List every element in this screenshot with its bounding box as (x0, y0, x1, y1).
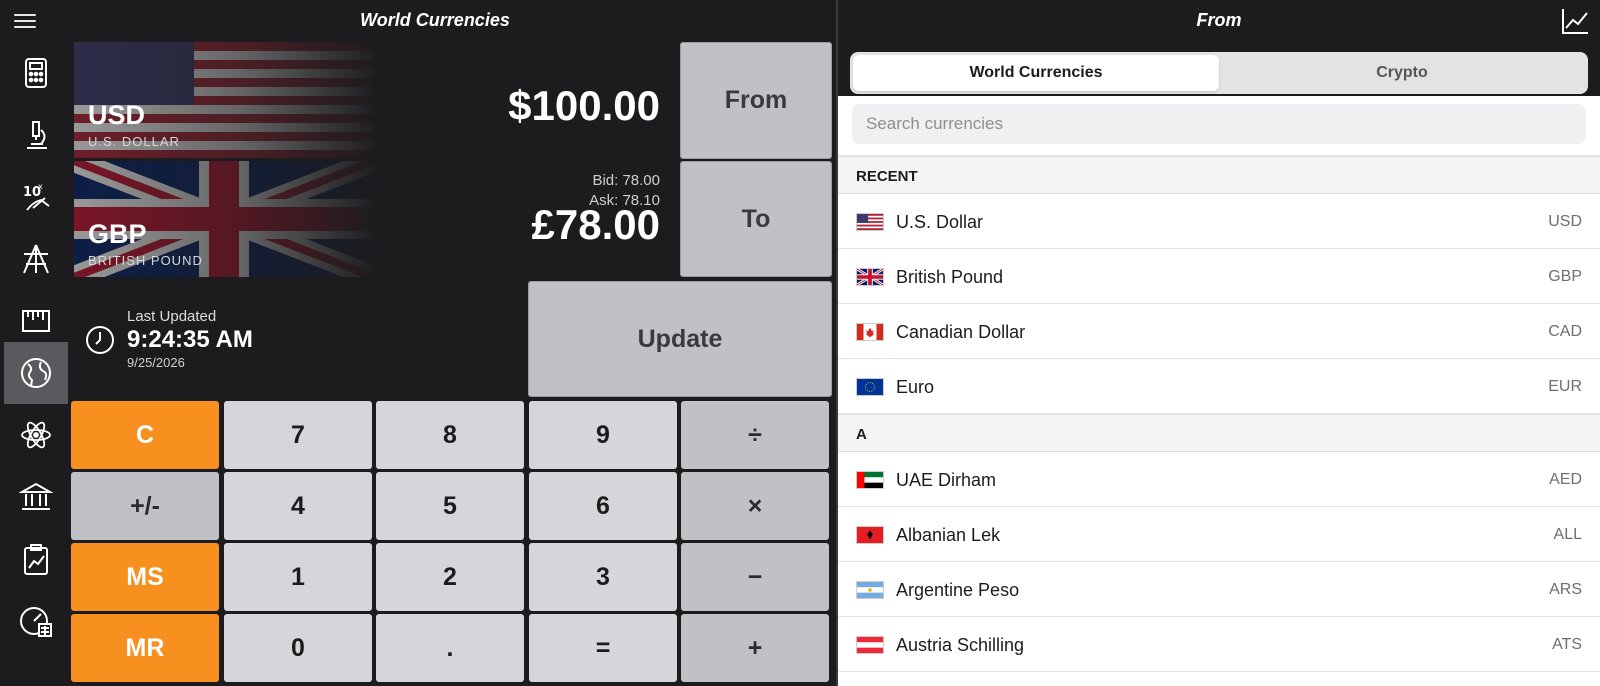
clipboard-chart-icon[interactable] (4, 528, 68, 590)
from-currency-name: U.S. DOLLAR (88, 134, 180, 149)
key-6[interactable]: 6 (529, 472, 677, 540)
albania-flag-icon (856, 526, 884, 544)
equals-key[interactable]: = (529, 614, 677, 682)
last-updated-date: 9/25/2026 (127, 355, 185, 370)
currency-code: EUR (1548, 378, 1582, 395)
svg-text:x: x (38, 182, 43, 191)
add-key[interactable]: + (681, 614, 829, 682)
us-flag-icon (856, 213, 884, 231)
currency-code: USD (1548, 213, 1582, 230)
currency-name: UAE Dirham (896, 470, 997, 490)
currency-code: ALL (1553, 526, 1582, 543)
memory-recall-key[interactable]: MR (71, 614, 219, 682)
to-button[interactable]: To (680, 161, 832, 277)
currency-code: GBP (1548, 268, 1582, 285)
from-amount: $100.00 (508, 82, 660, 129)
segmented-control: World Currencies Crypto (850, 52, 1588, 94)
key-4[interactable]: 4 (224, 472, 372, 540)
calculator-icon[interactable] (4, 42, 68, 104)
divide-key[interactable]: ÷ (681, 401, 829, 469)
update-button[interactable]: Update (528, 281, 832, 397)
picker-title: From (1196, 10, 1242, 30)
list-item-usd[interactable]: U.S. Dollar USD (838, 194, 1600, 249)
last-updated-label: Last Updated (127, 308, 217, 325)
subtract-key[interactable]: − (681, 543, 829, 611)
tab-world-currencies[interactable]: World Currencies (853, 55, 1219, 91)
currency-name: Euro (896, 377, 935, 397)
pane-divider (836, 0, 838, 686)
section-header-recent: RECENT (838, 156, 1600, 194)
to-currency-name: BRITISH POUND (88, 253, 203, 268)
from-button[interactable]: From (680, 42, 832, 159)
segment-control-wrap: World Currencies Crypto (838, 42, 1600, 96)
currency-code: CAD (1548, 323, 1582, 340)
left-header: World Currencies (0, 0, 836, 42)
last-updated-panel: Last Updated 9:24:35 AM 9/25/2026 (80, 300, 510, 380)
from-currency-row[interactable]: USD U.S. DOLLAR $100.00 (74, 42, 680, 158)
austria-flag-icon (856, 636, 884, 654)
multiply-key[interactable]: × (681, 472, 829, 540)
bank-icon[interactable] (4, 466, 68, 528)
plus-minus-key[interactable]: +/- (71, 472, 219, 540)
globe-icon[interactable] (4, 342, 68, 404)
search-bar (838, 96, 1600, 156)
key-0[interactable]: 0 (224, 614, 372, 682)
argentina-flag-icon (856, 581, 884, 599)
key-8[interactable]: 8 (376, 401, 524, 469)
to-currency-code: GBP (88, 219, 147, 249)
list-item-eur[interactable]: Euro EUR (838, 359, 1600, 414)
list-item-cad[interactable]: Canadian Dollar CAD (838, 304, 1600, 359)
memory-store-key[interactable]: MS (71, 543, 219, 611)
structure-icon[interactable] (4, 228, 68, 290)
currency-name: Argentine Peso (896, 580, 1020, 600)
atom-icon[interactable] (4, 404, 68, 466)
currency-picker-pane: From World Currencies Crypto RECENT U.S.… (838, 0, 1600, 686)
exponent-hand-icon[interactable]: 10 x (4, 166, 68, 228)
list-item-aed[interactable]: UAE Dirham AED (838, 452, 1600, 507)
currency-code: ARS (1549, 581, 1582, 598)
tab-crypto[interactable]: Crypto (1219, 55, 1585, 91)
right-header: From (838, 0, 1600, 42)
currency-name: Canadian Dollar (896, 322, 1026, 342)
list-item-ats[interactable]: Austria Schilling ATS (838, 617, 1600, 672)
uae-flag-icon (856, 471, 884, 489)
decimal-key[interactable]: . (376, 614, 524, 682)
from-currency-code: USD (88, 100, 146, 130)
key-5[interactable]: 5 (376, 472, 524, 540)
key-7[interactable]: 7 (224, 401, 372, 469)
bid-text: Bid: 78.00 (592, 172, 660, 189)
currency-code: ATS (1552, 636, 1582, 653)
canada-flag-icon (856, 323, 884, 341)
key-3[interactable]: 3 (529, 543, 677, 611)
clear-key[interactable]: C (71, 401, 219, 469)
search-input[interactable] (852, 104, 1586, 144)
eu-flag-icon (856, 378, 884, 396)
line-chart-icon[interactable] (1560, 6, 1590, 36)
currency-code: AED (1549, 471, 1582, 488)
currency-name: Austria Schilling (896, 635, 1025, 655)
to-currency-row[interactable]: GBP BRITISH POUND Bid: 78.00 Ask: 78.10 … (74, 161, 680, 277)
uk-flag-icon (856, 268, 884, 286)
section-header-a: A (838, 414, 1600, 452)
key-9[interactable]: 9 (529, 401, 677, 469)
sidebar: 10 x (0, 42, 70, 686)
to-amount: £78.00 (531, 201, 660, 248)
gauge-calculator-icon[interactable] (4, 590, 68, 652)
key-1[interactable]: 1 (224, 543, 372, 611)
list-item-all[interactable]: Albanian Lek ALL (838, 507, 1600, 562)
currency-name: U.S. Dollar (896, 212, 984, 232)
list-item-ars[interactable]: Argentine Peso ARS (838, 562, 1600, 617)
last-updated-time: 9:24:35 AM (127, 326, 253, 353)
microscope-icon[interactable] (4, 104, 68, 166)
page-title: World Currencies (360, 10, 510, 30)
calculator-pane: World Currencies 10 x USD U.S. DOLLAR $1… (0, 0, 836, 686)
clock-icon (86, 326, 114, 354)
currency-name: British Pound (896, 267, 1004, 287)
key-2[interactable]: 2 (376, 543, 524, 611)
currency-name: Albanian Lek (896, 525, 1001, 545)
list-item-gbp[interactable]: British Pound GBP (838, 249, 1600, 304)
